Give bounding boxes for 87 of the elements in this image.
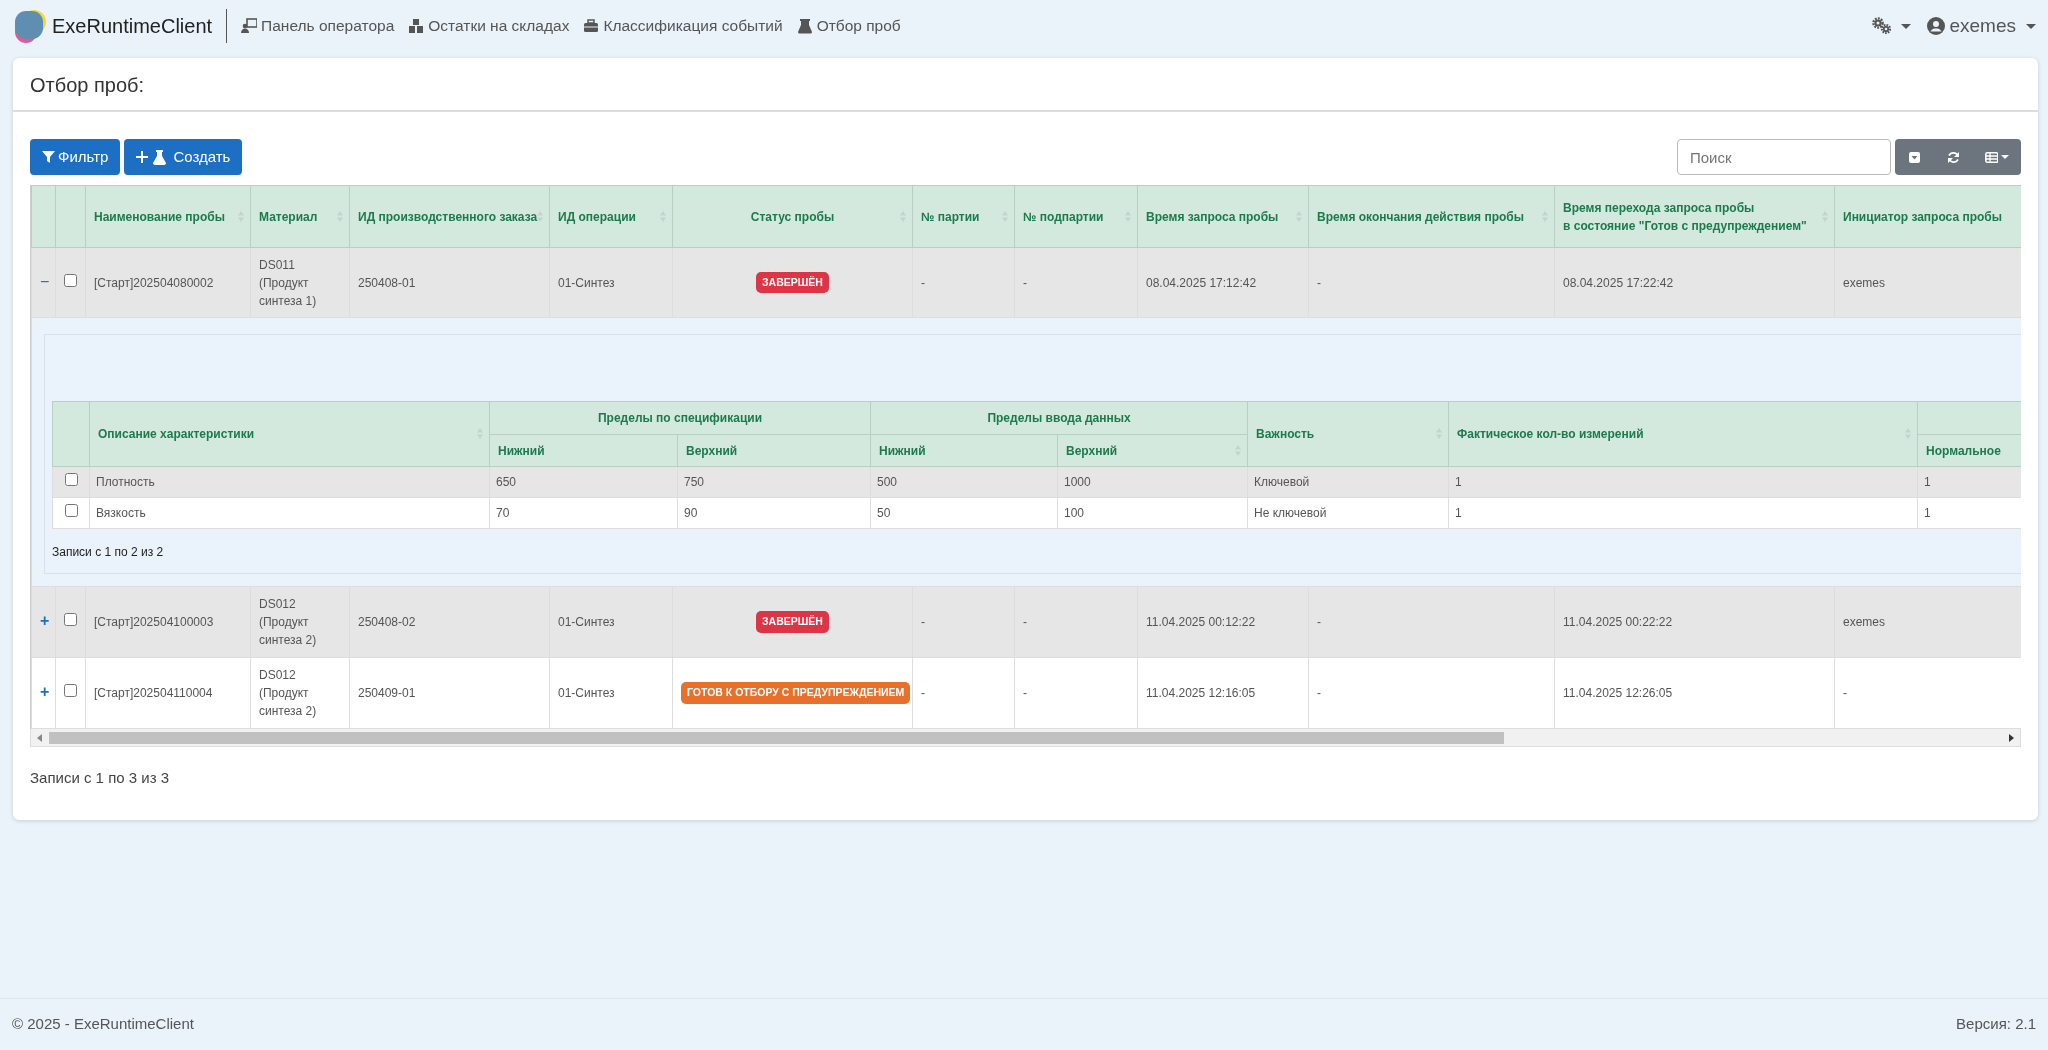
column-header[interactable]: Инициатор запроса пробы — [1834, 185, 2021, 248]
page-title: Отбор проб: — [30, 74, 145, 96]
table-cell: 11.04.2025 12:26:05 — [1563, 686, 1673, 700]
table-cell: 1000 — [1064, 475, 1091, 489]
column-header[interactable]: Важность — [1247, 401, 1449, 467]
status-badge: ЗАВЕРШЁН — [756, 611, 829, 633]
table-cell: [Старт]202504110004 — [94, 686, 213, 700]
status-badge: ГОТОВ К ОТБОРУ С ПРЕДУПРЕЖДЕНИЕМ — [681, 682, 911, 704]
table-cell: 08.04.2025 17:12:42 — [1146, 275, 1257, 290]
table-cell: - — [1023, 686, 1027, 700]
table-cell: - — [921, 686, 925, 700]
table-cell: [Старт]202504080002 — [94, 275, 214, 290]
table-cell: - — [1023, 615, 1027, 629]
table-cell: 500 — [877, 475, 898, 489]
table-cell: 01-Синтез — [558, 615, 615, 629]
table-cell: - — [1317, 615, 1321, 629]
copyright-text: © 2025 - ExeRuntimeClient — [12, 1014, 194, 1035]
toolbar-button[interactable]: Создать — [124, 139, 243, 175]
toolbar-button[interactable]: Фильтр — [30, 139, 121, 175]
table-cell: 750 — [684, 475, 705, 489]
table-cell: DS011 (Продукт синтеза 1) — [259, 257, 317, 308]
table-cell: 08.04.2025 17:22:42 — [1563, 275, 1674, 290]
column-header[interactable]: Время перехода запроса пробы в состояние "Готов с предупреждением" — [1554, 185, 1835, 248]
version-text: Версия: 2.1 — [1956, 1014, 2036, 1035]
table-cell: exemes — [1843, 615, 1886, 629]
table-cell: 90 — [684, 506, 698, 520]
table-cell: 250408-01 — [358, 275, 416, 290]
column-header[interactable]: Верхний — [677, 434, 871, 467]
table-cell: DS012 (Продукт синтеза 2) — [259, 668, 317, 718]
records-summary: Записи с 1 по 2 из 2 — [52, 545, 164, 559]
nav-link[interactable]: Классификация событий — [583, 14, 783, 38]
table-cell: 250409-01 — [358, 686, 416, 700]
expand-toggle[interactable]: + — [40, 684, 50, 700]
column-header[interactable]: Статус пробы — [672, 185, 913, 248]
search-field[interactable]: Поиск — [1677, 139, 1891, 175]
table-cell: 1 — [1455, 475, 1462, 489]
column-group-header[interactable]: Пределы по спецификации — [489, 401, 871, 435]
table-cell: Ключевой — [1254, 475, 1310, 489]
table-cell: - — [921, 275, 925, 290]
column-header[interactable]: Наименование пробы — [85, 185, 251, 248]
table-cell: 1 — [1924, 475, 1931, 489]
column-header[interactable]: Описание характеристики — [89, 401, 490, 467]
table-cell: - — [1317, 275, 1321, 290]
table-cell: 1 — [1455, 506, 1462, 520]
table-cell: 01-Синтез — [558, 686, 615, 700]
table-cell: DS012 (Продукт синтеза 2) — [259, 597, 317, 647]
table-cell: Плотность — [96, 475, 155, 489]
column-header[interactable]: № партии — [912, 185, 1015, 248]
table-cell: exemes — [1843, 275, 1886, 290]
table-cell: 250408-02 — [358, 615, 416, 629]
user-menu[interactable]: exemes — [1927, 11, 2036, 41]
records-summary: Записи с 1 по 3 из 3 — [30, 769, 170, 786]
table-cell: - — [1843, 686, 1847, 700]
nav-link[interactable]: Отбор проб — [796, 14, 901, 38]
table-cell: 11.04.2025 12:16:05 — [1146, 686, 1256, 700]
table-cell: 50 — [877, 506, 891, 520]
table-cell: Вязкость — [96, 506, 146, 520]
column-header[interactable]: Нижний — [870, 434, 1058, 467]
table-cell: [Старт]202504100003 — [94, 615, 214, 629]
table-cell: 1 — [1924, 506, 1931, 520]
table-cell: 650 — [496, 475, 517, 489]
column-header[interactable]: Верхний — [1057, 434, 1248, 467]
column-header[interactable]: Время окончания действия пробы — [1308, 185, 1555, 248]
nav-link[interactable]: Остатки на складах — [408, 14, 570, 38]
column-header[interactable]: Материал — [250, 185, 350, 248]
column-header[interactable]: Нормальное — [1917, 434, 2021, 467]
table-cell: 100 — [1064, 506, 1085, 520]
column-header[interactable]: Нижний — [489, 434, 678, 467]
table-cell: 11.04.2025 00:12:22 — [1146, 615, 1256, 629]
column-header[interactable]: ИД производственного заказа — [349, 185, 550, 248]
table-cell: - — [921, 615, 925, 629]
column-header[interactable]: Фактическое кол-во измерений — [1448, 401, 1918, 467]
expand-toggle[interactable]: + — [40, 613, 50, 629]
table-cell: Не ключевой — [1254, 506, 1327, 520]
brand-name[interactable]: ExeRuntimeClient — [52, 11, 213, 41]
table-cell: 01-Синтез — [558, 275, 615, 290]
column-group-header[interactable]: Пределы ввода данных — [870, 401, 1248, 435]
table-cell: - — [1023, 275, 1027, 290]
table-cell: - — [1317, 686, 1321, 700]
status-badge: ЗАВЕРШЁН — [756, 271, 829, 294]
table-cell: 70 — [496, 506, 510, 520]
table-cell: 11.04.2025 00:22:22 — [1563, 615, 1673, 629]
column-header[interactable]: № подпартии — [1014, 185, 1138, 248]
column-header[interactable]: Время запроса пробы — [1137, 185, 1309, 248]
nav-link[interactable]: Панель оператора — [241, 14, 395, 38]
collapse-toggle[interactable]: − — [40, 273, 50, 290]
column-header[interactable]: ИД операции — [549, 185, 673, 248]
